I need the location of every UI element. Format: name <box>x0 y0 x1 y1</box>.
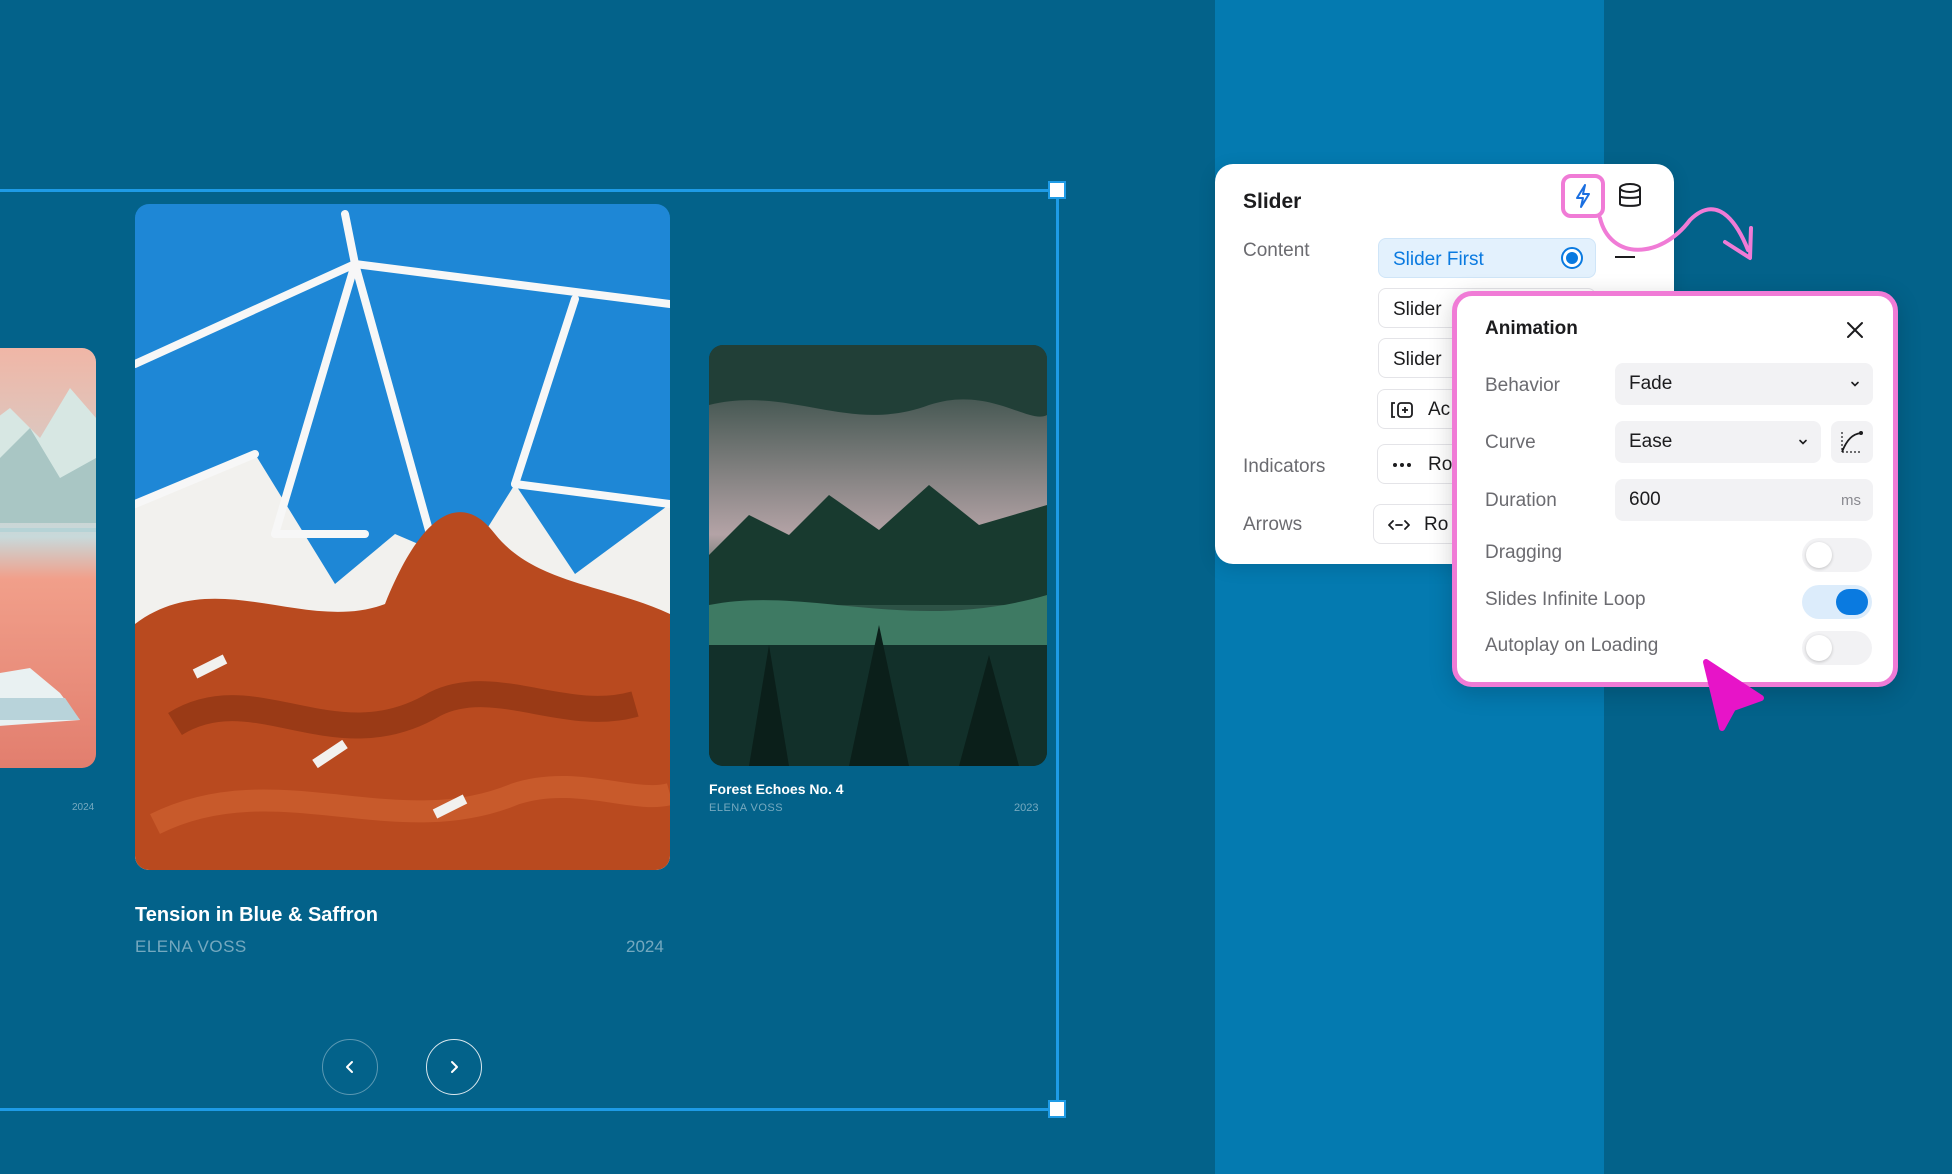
dragging-toggle[interactable] <box>1802 538 1872 572</box>
content-item-label: Slider First <box>1393 249 1484 270</box>
animation-title: Animation <box>1485 318 1578 339</box>
slide-right-year: 2023 <box>1014 802 1039 814</box>
curve-label: Curve <box>1485 432 1536 453</box>
curve-select[interactable]: Ease <box>1615 421 1821 463</box>
radio-selected-icon[interactable] <box>1561 247 1583 269</box>
duration-unit: ms <box>1841 492 1861 509</box>
duration-label: Duration <box>1485 490 1557 511</box>
iceberg-painting <box>0 348 96 768</box>
forest-painting <box>709 345 1047 766</box>
database-icon <box>1619 183 1641 207</box>
infinite-loop-toggle[interactable] <box>1802 585 1872 619</box>
abstract-painting <box>135 204 670 870</box>
chevron-down-icon <box>1799 439 1807 445</box>
content-label: Content <box>1243 240 1310 261</box>
slide-main-image[interactable] <box>135 204 670 870</box>
slide-main-title: Tension in Blue & Saffron <box>135 904 378 926</box>
interactions-button[interactable] <box>1561 174 1605 218</box>
slide-right-title: Forest Echoes No. 4 <box>709 781 844 797</box>
loop-label: Slides Infinite Loop <box>1485 589 1646 610</box>
autoplay-toggle[interactable] <box>1802 631 1872 665</box>
chevron-down-icon <box>1851 381 1859 387</box>
slide-left-year: 2024 <box>72 802 95 813</box>
selection-bottom-edge <box>0 1108 1058 1111</box>
resize-handle-top-right[interactable] <box>1048 181 1066 199</box>
arrows-label: Arrows <box>1243 514 1303 535</box>
selection-top-edge <box>0 189 1058 192</box>
slide-main-year: 2024 <box>626 937 664 956</box>
slide-right-image[interactable] <box>709 345 1047 766</box>
remove-item-button[interactable] <box>1615 256 1635 258</box>
indicators-label: Indicators <box>1243 456 1326 477</box>
content-item-label: Slider <box>1393 299 1442 320</box>
prev-slide-button[interactable] <box>322 1039 378 1095</box>
slide-main-artist: ELENA VOSS <box>135 937 247 956</box>
indicators-value: Ro <box>1428 454 1453 475</box>
bolt-icon <box>1576 184 1590 208</box>
behavior-value: Fade <box>1629 373 1673 394</box>
add-item-label: Ac <box>1428 399 1451 420</box>
next-slide-button[interactable] <box>426 1039 482 1095</box>
content-item-1[interactable]: Slider First <box>1378 238 1596 278</box>
resize-handle-bottom-right[interactable] <box>1048 1100 1066 1118</box>
slide-right-artist: ELENA VOSS <box>709 802 784 814</box>
curve-value: Ease <box>1629 431 1673 452</box>
arrows-horizontal-icon <box>1388 520 1410 530</box>
slide-left-image[interactable] <box>0 348 96 768</box>
selection-right-edge <box>1056 190 1059 1110</box>
curve-editor-button[interactable] <box>1831 421 1873 463</box>
duration-input[interactable]: 600 ms <box>1615 479 1873 521</box>
dragging-label: Dragging <box>1485 542 1563 563</box>
chevron-right-icon <box>451 1061 458 1073</box>
animation-popover: Animation Behavior Fade Curve Ease Durat… <box>1452 291 1898 687</box>
duration-value: 600 <box>1629 489 1661 510</box>
content-item-label: Slider <box>1393 349 1442 370</box>
bezier-curve-icon <box>1841 431 1863 453</box>
autoplay-label: Autoplay on Loading <box>1485 635 1659 656</box>
arrows-value: Ro <box>1424 514 1449 535</box>
cms-button[interactable] <box>1617 182 1643 215</box>
chevron-left-icon <box>346 1061 353 1073</box>
canvas: 2024 Tension in Blue & Saffron ELENA VOS… <box>0 0 1952 1174</box>
panel-title: Slider <box>1243 190 1302 213</box>
add-item-icon <box>1391 402 1413 418</box>
more-dots-icon <box>1393 463 1411 467</box>
close-icon[interactable] <box>1843 318 1867 342</box>
behavior-label: Behavior <box>1485 375 1560 396</box>
behavior-select[interactable]: Fade <box>1615 363 1873 405</box>
